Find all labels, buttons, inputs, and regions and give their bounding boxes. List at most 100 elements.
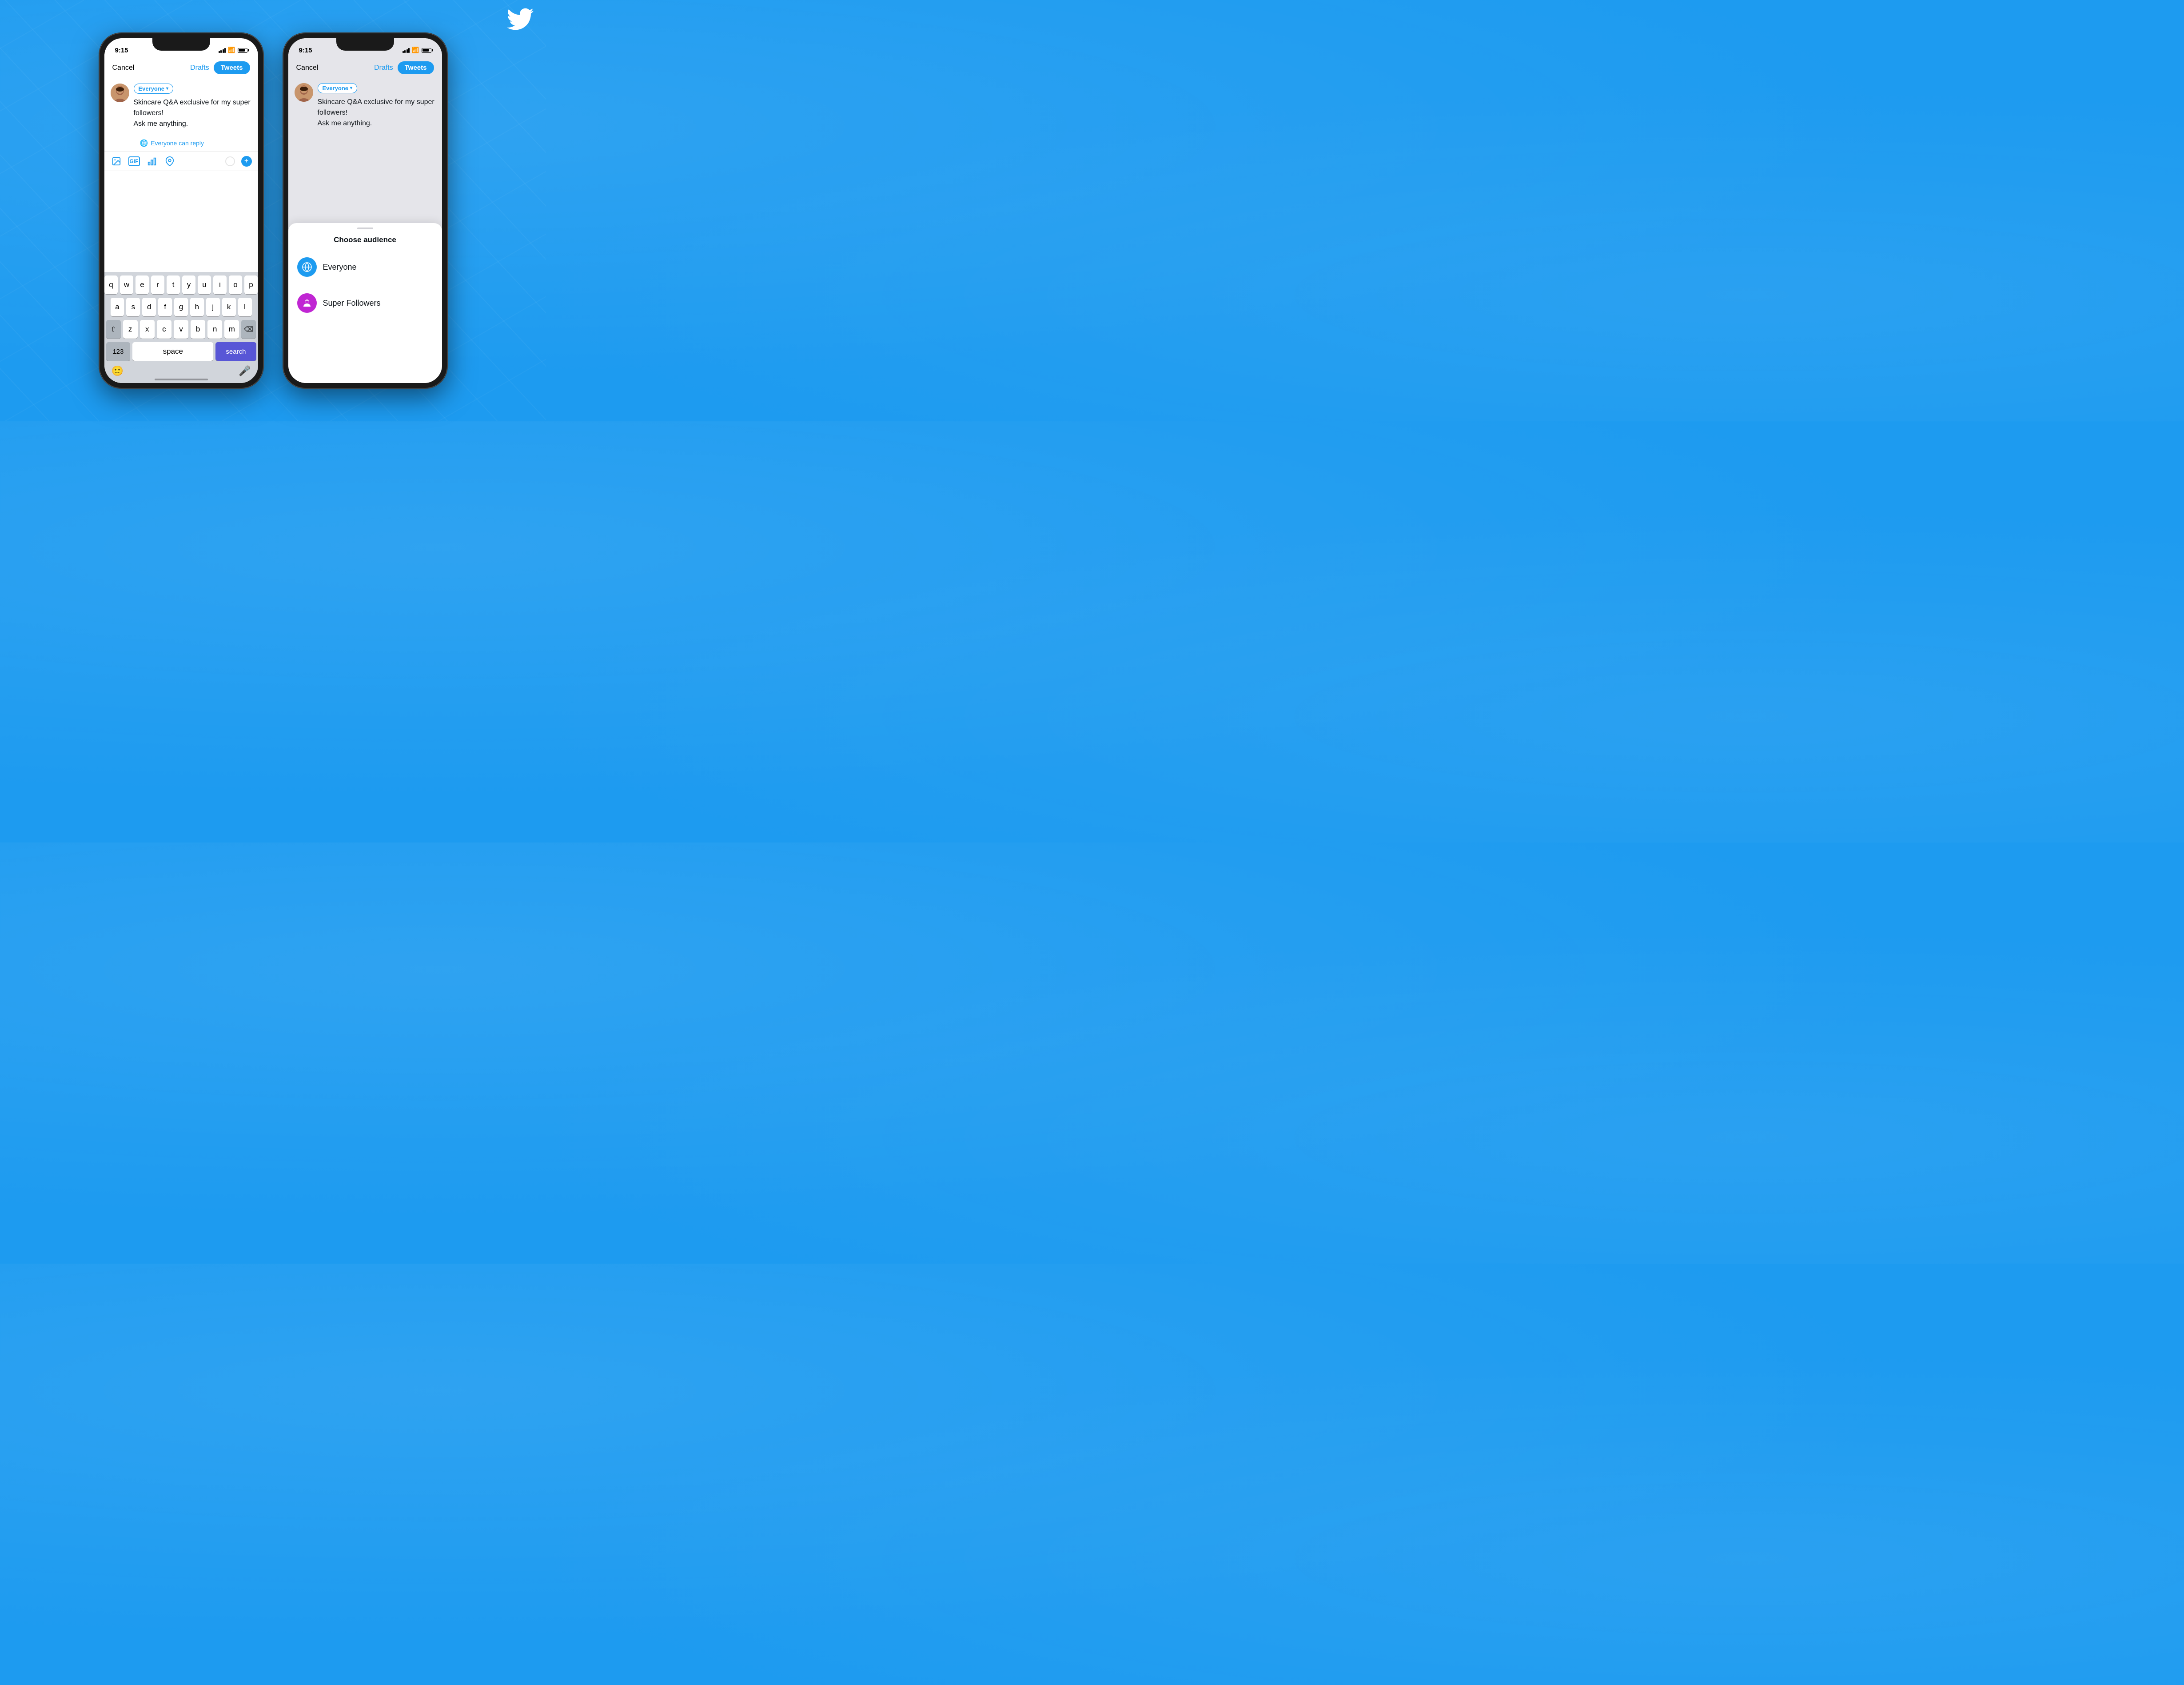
key-l[interactable]: l [238,298,252,316]
nav-actions-2: Drafts Tweets [374,61,434,74]
key-a[interactable]: a [111,298,124,316]
space-key[interactable]: space [132,342,213,361]
globe-icon-1: 🌐 [140,139,148,147]
mic-icon[interactable]: 🎤 [239,365,251,377]
chevron-down-icon-2: ▾ [350,86,352,91]
audience-badge-1[interactable]: Everyone ▾ [134,84,174,94]
status-icons-2: 📶 [403,47,431,54]
delete-key[interactable]: ⌫ [241,320,256,339]
tweet-text-2: Skincare Q&A exclusive for my super foll… [318,97,436,129]
avatar-2 [295,83,313,102]
home-indicator-2 [339,379,392,380]
cancel-button-1[interactable]: Cancel [112,64,135,72]
tweets-button-2[interactable]: Tweets [398,61,434,74]
key-y[interactable]: y [182,276,195,294]
key-o[interactable]: o [229,276,242,294]
chevron-down-icon-1: ▾ [166,86,168,91]
key-m[interactable]: m [224,320,239,339]
key-d[interactable]: d [142,298,156,316]
key-j[interactable]: j [206,298,220,316]
compose-toolbar-1: GIF + [104,152,258,171]
battery-icon-1 [238,48,247,53]
keyboard-row-1: q w e r t y u i o p [106,276,256,294]
reply-text-1: Everyone can reply [151,140,204,147]
drafts-button-1[interactable]: Drafts [190,64,209,72]
key-i[interactable]: i [213,276,227,294]
key-e[interactable]: e [136,276,149,294]
key-n[interactable]: n [207,320,222,339]
nav-bar-2: Cancel Drafts Tweets [288,58,442,78]
key-u[interactable]: u [198,276,211,294]
search-key[interactable]: search [215,342,256,361]
character-count-1 [225,156,235,166]
key-f[interactable]: f [158,298,172,316]
home-indicator-1 [155,379,208,380]
sheet-title: Choose audience [288,229,442,249]
key-c[interactable]: c [157,320,171,339]
wifi-icon-2: 📶 [412,47,419,54]
key-g[interactable]: g [174,298,188,316]
audience-option-everyone[interactable]: Everyone [288,249,442,285]
key-p[interactable]: p [244,276,258,294]
keyboard-row-3: ⇧ z x c v b n m ⌫ [106,320,256,339]
reply-row-1[interactable]: 🌐 Everyone can reply [134,135,258,152]
tweets-button-1[interactable]: Tweets [214,61,250,74]
location-icon-1[interactable] [164,156,175,167]
status-bar-2: 9:15 📶 [288,38,442,58]
keyboard-bottom-row: 123 space search [106,342,256,361]
everyone-option-label: Everyone [323,263,357,272]
battery-icon-2 [422,48,431,53]
status-time-1: 9:15 [115,47,128,54]
nav-bar-1: Cancel Drafts Tweets [104,58,258,78]
bottom-sheet: Choose audience Everyone [288,223,442,383]
phone-2-screen: 9:15 📶 [288,38,442,383]
status-time-2: 9:15 [299,47,312,54]
signal-icon-2 [403,48,410,53]
key-k[interactable]: k [222,298,236,316]
image-icon-1[interactable] [111,156,122,167]
compose-right-2: Everyone ▾ Skincare Q&A exclusive for my… [318,83,436,129]
key-r[interactable]: r [151,276,164,294]
key-z[interactable]: z [123,320,138,339]
add-tweet-button-1[interactable]: + [241,156,252,167]
phone-2: 9:15 📶 [283,33,447,388]
phone-1-screen: 9:15 📶 Cancel [104,38,258,383]
wifi-icon-1: 📶 [228,47,235,54]
super-followers-option-label: Super Followers [323,299,381,308]
nav-actions-1: Drafts Tweets [190,61,250,74]
phone2-top: 9:15 📶 [288,38,442,138]
super-followers-option-icon [297,293,317,313]
twitter-logo [507,8,534,29]
key-x[interactable]: x [140,320,155,339]
status-icons-1: 📶 [219,47,247,54]
key-t[interactable]: t [167,276,180,294]
key-q[interactable]: q [104,276,118,294]
key-s[interactable]: s [126,298,140,316]
everyone-option-icon [297,257,317,277]
compose-right-1: Everyone ▾ Skincare Q&A exclusive for my… [134,84,252,129]
cancel-button-2[interactable]: Cancel [296,64,319,72]
key-h[interactable]: h [190,298,204,316]
drafts-button-2[interactable]: Drafts [374,64,393,72]
audience-option-super-followers[interactable]: Super Followers [288,285,442,321]
shift-key[interactable]: ⇧ [106,320,121,339]
compose-area-2: Everyone ▾ Skincare Q&A exclusive for my… [288,78,442,138]
avatar-1 [111,84,129,102]
poll-icon-1[interactable] [146,156,158,167]
signal-icon-1 [219,48,226,53]
keyboard-row-2: a s d f g h j k l [106,298,256,316]
phone-1: 9:15 📶 Cancel [99,33,263,388]
gif-icon-1[interactable]: GIF [128,156,140,166]
num-key[interactable]: 123 [106,342,131,361]
audience-badge-2[interactable]: Everyone ▾ [318,83,358,93]
compose-area-1: Everyone ▾ Skincare Q&A exclusive for my… [104,78,258,135]
phone2-content: 9:15 📶 [288,38,442,383]
key-v[interactable]: v [174,320,188,339]
key-w[interactable]: w [120,276,133,294]
key-b[interactable]: b [191,320,205,339]
phones-container: 9:15 📶 Cancel [99,33,447,388]
keyboard-1: q w e r t y u i o p a s d f g [104,272,258,383]
emoji-icon[interactable]: 🙂 [112,365,124,377]
tweet-text-1[interactable]: Skincare Q&A exclusive for my super foll… [134,97,252,129]
status-bar-1: 9:15 📶 [104,38,258,58]
